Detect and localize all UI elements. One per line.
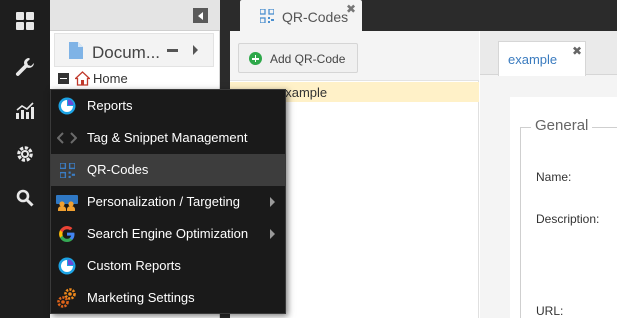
analytics-chart-icon[interactable] bbox=[0, 96, 50, 126]
menu-item-label: Marketing Settings bbox=[87, 290, 195, 305]
qr-code-icon bbox=[56, 160, 78, 180]
dashboard-grid-icon[interactable] bbox=[0, 6, 50, 36]
reports-icon bbox=[56, 96, 78, 116]
documents-tree-header[interactable]: Docum... bbox=[54, 33, 214, 67]
menu-item-label: QR-Codes bbox=[87, 162, 149, 177]
close-tab-icon[interactable]: ✖ bbox=[572, 44, 582, 58]
code-brackets-icon bbox=[56, 128, 78, 148]
tab-label: example bbox=[508, 52, 558, 67]
menu-item-custom-reports[interactable]: Custom Reports bbox=[51, 250, 285, 282]
close-tab-icon[interactable]: ✖ bbox=[346, 2, 356, 16]
general-fieldset: General Name: Description: URL: bbox=[520, 117, 617, 318]
detail-panel: example ✖ General Name: Description: URL… bbox=[480, 31, 617, 318]
detail-tab-strip: example ✖ bbox=[480, 31, 617, 76]
list-toolbar: Add QR-Code bbox=[230, 31, 479, 81]
submenu-arrow-icon bbox=[270, 197, 275, 207]
main-tab-bar: QR-Codes ✖ bbox=[230, 0, 617, 33]
marketing-gears-icon bbox=[56, 288, 78, 308]
submenu-arrow-icon bbox=[270, 229, 275, 239]
expand-arrow-icon[interactable] bbox=[193, 45, 198, 55]
menu-item-personalization-targeting[interactable]: Personalization / Targeting bbox=[51, 186, 285, 218]
home-icon bbox=[73, 71, 92, 89]
document-icon bbox=[69, 42, 83, 62]
menu-item-tag-snippet-management[interactable]: Tag & Snippet Management bbox=[51, 122, 285, 154]
menu-item-reports[interactable]: Reports bbox=[51, 90, 285, 122]
name-field-label: Name: bbox=[536, 170, 572, 184]
collapse-minus-icon[interactable] bbox=[167, 49, 178, 52]
tree-node-label: Home bbox=[93, 71, 128, 86]
tab-label: QR-Codes bbox=[282, 9, 349, 25]
menu-item-marketing-settings[interactable]: Marketing Settings bbox=[51, 282, 285, 314]
left-icon-bar bbox=[0, 0, 50, 318]
add-button-label: Add QR-Code bbox=[270, 52, 346, 66]
wrench-icon[interactable] bbox=[0, 52, 50, 82]
documents-tree-label: Docum... bbox=[92, 43, 161, 62]
marketing-menu: Reports Tag & Snippet Management QR-Code… bbox=[50, 89, 286, 314]
menu-item-label: Tag & Snippet Management bbox=[87, 130, 248, 145]
custom-reports-icon bbox=[56, 256, 78, 276]
menu-item-label: Search Engine Optimization bbox=[87, 226, 249, 241]
add-qr-code-button[interactable]: Add QR-Code bbox=[238, 43, 358, 73]
search-icon[interactable] bbox=[0, 183, 50, 213]
menu-item-label: Custom Reports bbox=[87, 258, 181, 273]
collapse-panel-button[interactable] bbox=[193, 8, 208, 23]
people-target-icon bbox=[56, 192, 78, 212]
tree-panel-header bbox=[50, 0, 220, 31]
menu-item-label: Personalization / Targeting bbox=[87, 194, 240, 209]
gear-icon[interactable] bbox=[0, 139, 50, 169]
detail-form: General Name: Description: URL: bbox=[510, 97, 617, 318]
tab-example[interactable]: example ✖ bbox=[498, 41, 586, 76]
fieldset-legend: General bbox=[531, 117, 593, 134]
menu-item-label: Reports bbox=[87, 98, 133, 113]
description-field-label: Description: bbox=[536, 212, 600, 226]
tree-toggle-icon[interactable] bbox=[58, 73, 69, 84]
menu-item-qr-codes[interactable]: QR-Codes bbox=[51, 154, 285, 186]
tab-qr-codes[interactable]: QR-Codes ✖ bbox=[240, 0, 362, 33]
add-plus-icon bbox=[249, 52, 262, 65]
chevron-left-icon bbox=[198, 11, 203, 20]
url-field-label: URL: bbox=[536, 304, 564, 318]
google-g-icon bbox=[56, 224, 78, 244]
qr-code-icon bbox=[259, 8, 275, 26]
menu-item-search-engine-optimization[interactable]: Search Engine Optimization bbox=[51, 218, 285, 250]
